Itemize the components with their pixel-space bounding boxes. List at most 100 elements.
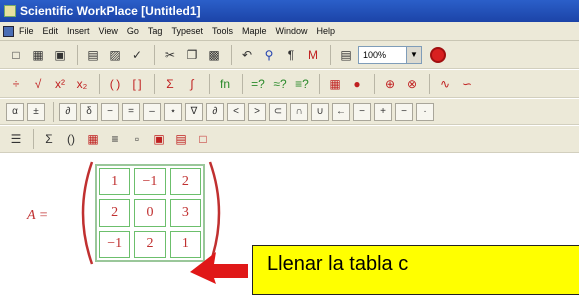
matrix-cell[interactable]: 2	[99, 199, 131, 227]
matrix-cell[interactable]: −1	[99, 230, 131, 258]
instruction-callout: Llenar la tabla c	[252, 245, 579, 295]
field-icon[interactable]: ▫	[127, 129, 147, 149]
menu-tools[interactable]: Tools	[212, 26, 233, 36]
toolbar-separator	[53, 101, 54, 122]
menu-insert[interactable]: Insert	[67, 26, 90, 36]
open-folder-icon[interactable]: ▦	[28, 45, 48, 65]
menu-typeset[interactable]: Typeset	[171, 26, 203, 36]
equals-icon[interactable]: =	[122, 102, 140, 121]
stop-icon[interactable]	[430, 46, 446, 63]
evaluate-numeric-icon[interactable]: ≈?	[270, 74, 290, 94]
matrix-cell[interactable]: 2	[134, 230, 166, 258]
math-name-icon[interactable]: fn	[215, 74, 235, 94]
menu-edit[interactable]: Edit	[43, 26, 59, 36]
matrix-cell[interactable]: 0	[134, 199, 166, 227]
curve-icon[interactable]: ∿	[435, 74, 455, 94]
document-area[interactable]: A = 1 −1 2 2 0 3 −1 2 1 Llenar la tabla …	[0, 154, 579, 295]
evaluate-icon[interactable]: =?	[248, 74, 268, 94]
plot-3d-icon[interactable]: ●	[347, 74, 367, 94]
menu-maple[interactable]: Maple	[242, 26, 267, 36]
plus-icon[interactable]: +	[374, 102, 392, 121]
matrix-cell[interactable]: 2	[169, 168, 201, 196]
minus-2-icon[interactable]: −	[353, 102, 371, 121]
operator-icon[interactable]: Σ	[39, 129, 59, 149]
arrow-left-icon[interactable]: ←	[332, 102, 350, 121]
plot-polar-icon[interactable]: ⊗	[402, 74, 422, 94]
matrix-icon[interactable]: [ ]	[127, 74, 147, 94]
paste-icon[interactable]: ▩	[204, 45, 224, 65]
star-icon[interactable]: ⋆	[164, 102, 182, 121]
menu-file[interactable]: File	[19, 26, 34, 36]
view-icon[interactable]: ▤	[336, 45, 356, 65]
less-icon[interactable]: <	[227, 102, 245, 121]
list-icon[interactable]: ☰	[6, 129, 26, 149]
delimiters-icon[interactable]: ()	[61, 129, 81, 149]
menu-bar: File Edit Insert View Go Tag Typeset Too…	[0, 22, 579, 41]
intersection-icon[interactable]: ∩	[290, 102, 308, 121]
spellcheck-icon[interactable]: ✓	[127, 45, 147, 65]
matrix-label: A =	[27, 208, 49, 223]
matrix-cell[interactable]: 3	[169, 199, 201, 227]
standard-toolbar: □ ▦ ▣ ▤ ▨ ✓ ✂ ❐ ▩ ↶ ⚲ ¶ M ▤ 100% ▼	[0, 41, 579, 69]
chevron-down-icon[interactable]: ▼	[406, 46, 421, 63]
math-toolbar: ÷ √ x² x₂ ( ) [ ] Σ ∫ fn =? ≈? ≡? ▦ ● ⊕ …	[0, 70, 579, 98]
nabla-icon[interactable]: ∇	[185, 102, 203, 121]
union-icon[interactable]: ∪	[311, 102, 329, 121]
matrix-cell[interactable]: 1	[99, 168, 131, 196]
unit-icon[interactable]: □	[193, 129, 213, 149]
fraction-icon[interactable]: ÷	[6, 74, 26, 94]
superscript-icon[interactable]: x²	[50, 74, 70, 94]
undo-icon[interactable]: ↶	[237, 45, 257, 65]
subset-icon[interactable]: ⊂	[269, 102, 287, 121]
toolbar-separator	[209, 73, 210, 94]
partial-2-icon[interactable]: ∂	[206, 102, 224, 121]
subscript-icon[interactable]: x₂	[72, 74, 92, 94]
dash-icon[interactable]: –	[143, 102, 161, 121]
print-icon[interactable]: ▤	[83, 45, 103, 65]
menu-help[interactable]: Help	[317, 26, 336, 36]
matrix-cell[interactable]: −1	[134, 168, 166, 196]
brackets-icon[interactable]: ( )	[105, 74, 125, 94]
new-file-icon[interactable]: □	[6, 45, 26, 65]
greek-symbols-icon[interactable]: α	[6, 102, 24, 121]
minus-icon[interactable]: −	[101, 102, 119, 121]
plot-rectangular-icon[interactable]: ⊕	[380, 74, 400, 94]
radical-icon[interactable]: √	[28, 74, 48, 94]
toolbar-separator	[242, 73, 243, 94]
copy-icon[interactable]: ❐	[182, 45, 202, 65]
toolbar-separator	[374, 73, 375, 94]
label-icon[interactable]: ▣	[149, 129, 169, 149]
integral-icon[interactable]: ∫	[182, 74, 202, 94]
partial-icon[interactable]: ∂	[59, 102, 77, 121]
cut-icon[interactable]: ✂	[160, 45, 180, 65]
document-icon[interactable]	[3, 25, 14, 37]
summation-icon[interactable]: Σ	[160, 74, 180, 94]
greater-icon[interactable]: >	[248, 102, 266, 121]
fields-toolbar: ☰ Σ () ▦ ≡ ▫ ▣ ▤ □	[0, 126, 579, 153]
table-icon[interactable]: ▦	[83, 129, 103, 149]
toolbar-separator	[77, 44, 78, 65]
app-icon	[4, 5, 16, 17]
equation-icon[interactable]: ≡	[105, 129, 125, 149]
menu-tag[interactable]: Tag	[148, 26, 163, 36]
check-equality-icon[interactable]: ≡?	[292, 74, 312, 94]
zoom-select[interactable]: 100% ▼	[358, 45, 422, 64]
save-icon[interactable]: ▣	[50, 45, 70, 65]
delta-icon[interactable]: δ	[80, 102, 98, 121]
dot-icon[interactable]: ·	[416, 102, 434, 121]
toolbar-separator	[33, 129, 34, 149]
curve-fit-icon[interactable]: ∽	[457, 74, 477, 94]
matrix[interactable]: 1 −1 2 2 0 3 −1 2 1	[95, 164, 205, 262]
menu-go[interactable]: Go	[127, 26, 139, 36]
menu-view[interactable]: View	[99, 26, 118, 36]
toolbar-separator	[154, 44, 155, 65]
binary-operations-icon[interactable]: ±	[27, 102, 45, 121]
marker-icon[interactable]: M	[303, 45, 323, 65]
menu-window[interactable]: Window	[276, 26, 308, 36]
paragraph-marks-icon[interactable]: ¶	[281, 45, 301, 65]
plot-2d-icon[interactable]: ▦	[325, 74, 345, 94]
math-display-icon[interactable]: ▤	[171, 129, 191, 149]
preview-icon[interactable]: ▨	[105, 45, 125, 65]
find-icon[interactable]: ⚲	[259, 45, 279, 65]
minus-3-icon[interactable]: −	[395, 102, 413, 121]
